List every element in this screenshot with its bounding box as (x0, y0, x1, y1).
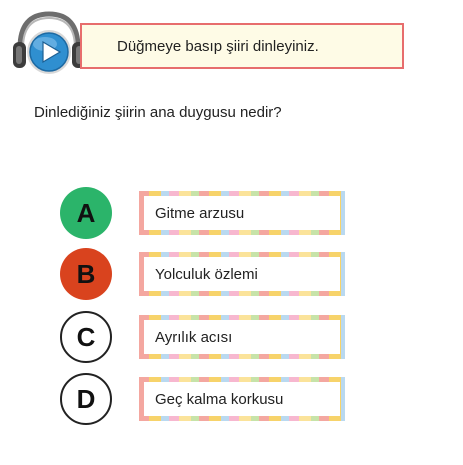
option-c-answer-box[interactable]: Ayrılık acısı (139, 315, 345, 359)
option-d-letter[interactable]: D (60, 373, 112, 425)
option-b-letter[interactable]: B (60, 248, 112, 300)
headphones-play-icon (13, 11, 85, 74)
instruction-banner: Düğmeye basıp şiiri dinleyiniz. (80, 23, 404, 69)
option-b-label: Yolculuk özlemi (144, 257, 340, 291)
instruction-text: Düğmeye basıp şiiri dinleyiniz. (117, 37, 319, 55)
option-d-label: Geç kalma korkusu (144, 382, 340, 416)
option-b[interactable]: B Yolculuk özlemi (0, 248, 463, 300)
option-a-label: Gitme arzusu (144, 196, 340, 230)
option-d[interactable]: D Geç kalma korkusu (0, 373, 463, 425)
play-audio-button[interactable] (10, 8, 88, 80)
option-c[interactable]: C Ayrılık acısı (0, 311, 463, 363)
option-a[interactable]: A Gitme arzusu (0, 187, 463, 239)
option-a-answer-box[interactable]: Gitme arzusu (139, 191, 345, 235)
option-b-answer-box[interactable]: Yolculuk özlemi (139, 252, 345, 296)
option-a-letter[interactable]: A (60, 187, 112, 239)
option-d-answer-box[interactable]: Geç kalma korkusu (139, 377, 345, 421)
option-c-label: Ayrılık acısı (144, 320, 340, 354)
option-c-letter[interactable]: C (60, 311, 112, 363)
question-text: Dinlediğiniz şiirin ana duygusu nedir? (34, 104, 282, 121)
